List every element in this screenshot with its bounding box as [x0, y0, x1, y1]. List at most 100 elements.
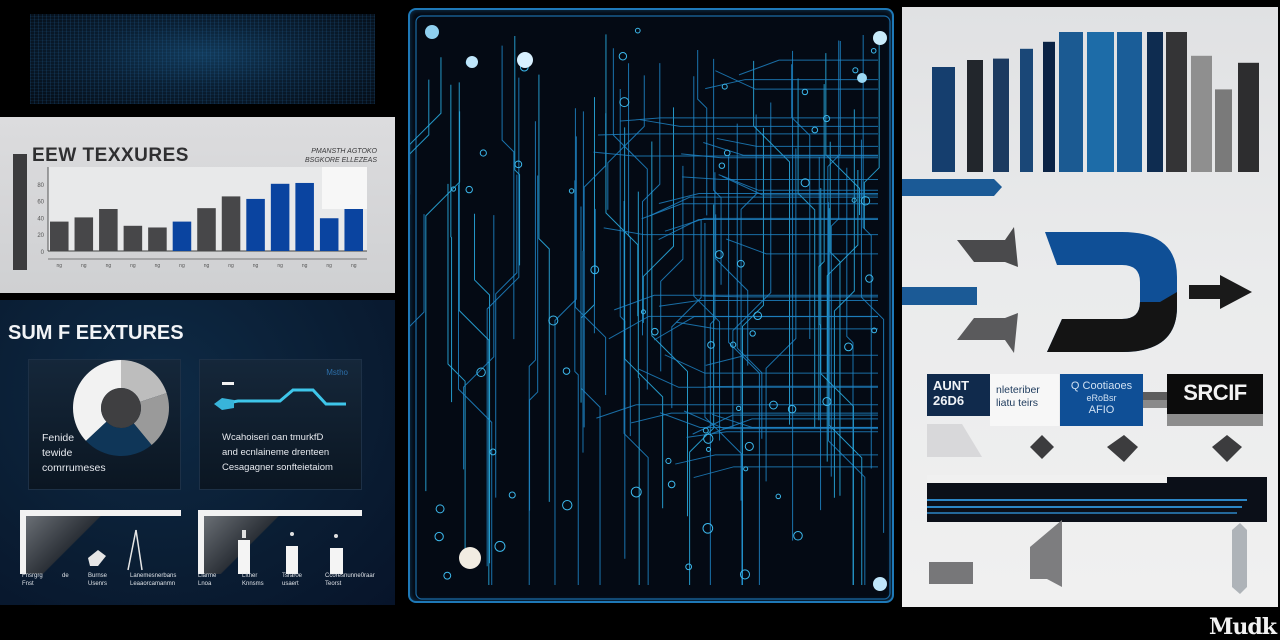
- circuit-trace: [846, 167, 854, 585]
- y-tick-label: 0: [41, 250, 45, 256]
- circuit-pad: [852, 67, 859, 74]
- graphic-bar: [1147, 32, 1163, 172]
- highlight-area: [322, 167, 367, 209]
- y-tick-label: 80: [37, 183, 44, 189]
- circuit-pad: [702, 427, 709, 434]
- circuit-pad: [494, 540, 506, 552]
- chart-bar: [74, 217, 94, 251]
- circuit-pad: [465, 185, 473, 194]
- circuit-pad: [651, 327, 659, 336]
- diamond-icon: [1212, 435, 1242, 462]
- spark-icon: [334, 534, 338, 538]
- circuit-trace: [830, 40, 840, 477]
- circuit-trace: [501, 45, 515, 340]
- blue-info-box[interactable]: Q Cootiaoes eRoBsr AFIO: [1060, 374, 1143, 426]
- circuit-pad: [749, 330, 756, 337]
- chevron-icon: [957, 227, 1018, 267]
- x-tick-label: ng: [130, 263, 136, 269]
- circuit-pad: [443, 571, 452, 580]
- circuit-board-image: [408, 8, 894, 603]
- graphic-bar: [993, 58, 1009, 172]
- circuit-trace: [702, 295, 878, 298]
- pie-card-text-line: comrrumeses: [42, 462, 106, 474]
- circuit-pad: [435, 504, 445, 514]
- watermark-logo: Mudk: [1209, 614, 1277, 640]
- circuit-trace: [574, 108, 607, 395]
- x-tick-label: ng: [155, 263, 161, 269]
- x-tick-label: ng: [253, 263, 259, 269]
- circuit-trace: [597, 133, 878, 136]
- diamond-icon: [1107, 435, 1138, 462]
- spark-icon: [290, 532, 294, 536]
- chevron-icon: [957, 313, 1018, 353]
- circuit-pad: [870, 47, 877, 54]
- compass-icon: [135, 529, 143, 571]
- circuit-trace: [671, 219, 702, 409]
- connector: [1143, 392, 1167, 408]
- line-start-marker: [214, 398, 234, 410]
- circuit-trace: [641, 203, 878, 220]
- circuit-pad: [793, 530, 803, 541]
- circuit-pad: [743, 466, 749, 472]
- bottle-icon: [286, 546, 298, 574]
- mounting-hole: [459, 547, 481, 569]
- mini-card-tools[interactable]: [20, 510, 181, 580]
- circuit-trace: [642, 107, 675, 323]
- line-card-text-line: Wcahoiseri oan tmurkfD: [222, 432, 324, 443]
- mounting-hole: [857, 73, 867, 83]
- mini-label: Lftner Knnsms: [242, 573, 264, 587]
- circuit-pad: [479, 149, 487, 157]
- bottle-icon: [242, 530, 246, 538]
- circuit-traces: [410, 15, 891, 600]
- pie-card-text-line: tewide: [42, 447, 73, 459]
- circuit-trace: [726, 238, 878, 255]
- line-card[interactable]: Mstho Wcahoiseri oan tmurkfD and ecnlain…: [199, 359, 362, 490]
- circuit-trace: [614, 294, 878, 311]
- circuit-trace: [658, 218, 878, 240]
- circuit-pad: [634, 27, 641, 34]
- chart-bar: [50, 221, 69, 251]
- aunt-line: AUNT: [933, 378, 970, 393]
- circuit-trace: [605, 34, 639, 317]
- circuit-pad: [844, 342, 853, 352]
- pill-shape-icon: [1232, 523, 1247, 594]
- circuit-trace: [693, 466, 878, 479]
- circuit-pad: [434, 531, 444, 542]
- info-line: liatu teirs: [996, 397, 1039, 409]
- circuit-trace: [410, 214, 425, 327]
- x-tick-label: ng: [106, 263, 112, 269]
- mini-label: Tsrar0e usaert: [282, 573, 303, 587]
- pie-card[interactable]: Fenide tewide comrrumeses: [28, 359, 181, 490]
- summary-features-panel: SUM F EEXTURES Fenide tewide comrrumeses…: [0, 300, 395, 605]
- info-line: nleteriber: [996, 384, 1040, 396]
- line-graph: [214, 382, 346, 410]
- bottle-icon: [330, 548, 343, 574]
- right-graphics-panel: AUNT 26D6 nleteriber liatu teirs Q Cooti…: [902, 7, 1278, 607]
- circuit-trace: [641, 63, 661, 336]
- circuit-trace: [410, 57, 442, 195]
- gray-block-icon: [929, 562, 973, 584]
- srcif-badge[interactable]: SRCIF: [1167, 374, 1263, 426]
- chart-bar: [123, 225, 143, 251]
- donut-hole: [101, 388, 141, 428]
- circuit-pad: [568, 188, 575, 194]
- aunt-badge[interactable]: AUNT 26D6: [927, 374, 990, 416]
- graphic-bar: [1166, 32, 1187, 172]
- graphic-bar: [1238, 62, 1259, 172]
- bottle-icon: [238, 540, 250, 574]
- circuit-trace: [862, 35, 872, 469]
- mini-card-bottles[interactable]: [198, 510, 362, 580]
- mini-label: Ccoresnunne0raar Teorst: [325, 573, 375, 587]
- circuit-pad: [618, 52, 628, 61]
- circuit-pad: [665, 457, 672, 465]
- circuit-pad: [714, 250, 724, 259]
- x-tick-label: ng: [277, 263, 283, 269]
- bar-chart: 0 20 40 60 80 ng ng ng ng ng ng ng ng ng ng ng ng ng: [37, 167, 367, 269]
- x-tick-label: ng: [81, 263, 87, 269]
- circuit-pad: [508, 491, 516, 499]
- circuit-trace: [705, 354, 878, 366]
- graphic-bar: [1117, 32, 1142, 172]
- circuit-trace: [620, 117, 878, 122]
- circuit-pad: [775, 493, 782, 500]
- mini-card-labels: Fnsrgrg Fnst de Burnse Usenrs Lanemesnerba…: [0, 572, 395, 596]
